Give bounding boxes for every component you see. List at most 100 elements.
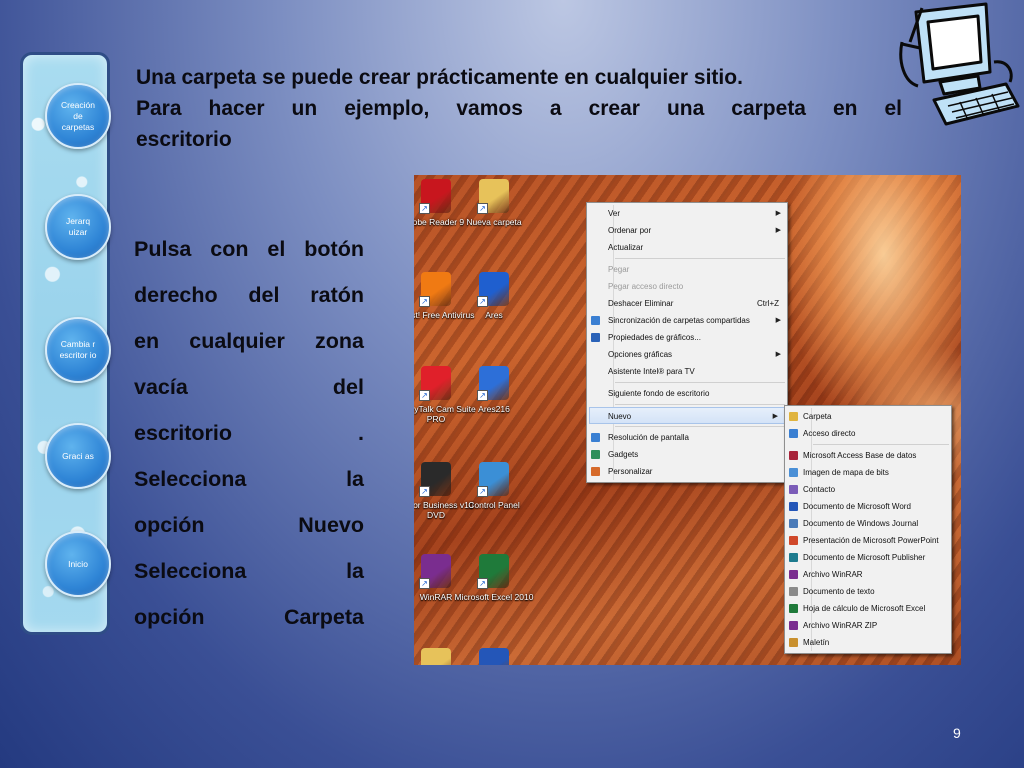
word: ratón — [310, 283, 364, 307]
text-line: opción Carpeta — [134, 594, 364, 640]
context-menu-item[interactable]: Deshacer Eliminar Ctrl+Z — [587, 295, 787, 312]
menu-item-label: Ver — [608, 209, 621, 218]
submenu-item[interactable]: Maletín — [785, 634, 951, 651]
word: vacía — [134, 375, 188, 399]
submenu-item[interactable]: Documento de Windows Journal — [785, 515, 951, 532]
menu-item-label: Personalizar — [608, 467, 653, 476]
context-menu-item[interactable]: Resolución de pantalla — [587, 429, 787, 446]
page-number: 9 — [953, 725, 961, 741]
text-line: opción Nuevo — [134, 502, 364, 548]
submenu-item[interactable]: Carpeta — [785, 408, 951, 425]
menu-separator — [615, 404, 785, 405]
folder-icon — [789, 412, 798, 421]
menu-item-shortcut: Ctrl+Z — [757, 299, 779, 308]
context-menu-item[interactable]: Gadgets — [587, 446, 787, 463]
nav-button-jerarquizar[interactable]: Jerarq uizar — [45, 194, 111, 260]
submenu-item[interactable]: Archivo WinRAR ZIP — [785, 617, 951, 634]
nav-button-inicio[interactable]: Inicio — [45, 531, 111, 597]
menu-item-label: Documento de Windows Journal — [803, 519, 919, 528]
context-menu-item[interactable]: Siguiente fondo de escritorio — [587, 385, 787, 402]
context-menu-item[interactable]: Propiedades de gráficos... — [587, 329, 787, 346]
slide-title: Una carpeta se puede crear prácticamente… — [136, 62, 902, 155]
menu-item-label: Pegar acceso directo — [608, 282, 684, 291]
menu-item-label: Asistente Intel® para TV — [608, 367, 695, 376]
submenu-item[interactable]: Presentación de Microsoft PowerPoint — [785, 532, 951, 549]
menu-item-label: Actualizar — [608, 243, 644, 252]
desktop-icon[interactable]: ↗ Ares216 — [454, 366, 534, 414]
shortcut-arrow-icon: ↗ — [419, 296, 430, 307]
menu-item-label: Deshacer Eliminar — [608, 299, 674, 308]
word: el — [267, 237, 286, 261]
submenu-item[interactable]: Imagen de mapa de bits — [785, 464, 951, 481]
context-menu-item[interactable]: Actualizar — [587, 239, 787, 256]
word: del — [332, 375, 364, 399]
desktop-icon[interactable]: ↗ Nueva carpeta — [454, 179, 534, 227]
context-menu-item[interactable]: Pegar — [587, 261, 787, 278]
shortcut-arrow-icon: ↗ — [419, 486, 430, 497]
menu-item-label: Nuevo — [608, 412, 632, 421]
menu-item-label: Pegar — [608, 265, 630, 274]
new-submenu: Carpeta Acceso directo Microsoft Access Ba… — [784, 405, 952, 654]
excel-icon: ↗ — [477, 554, 509, 589]
submenu-item[interactable]: Documento de Microsoft Word — [785, 498, 951, 515]
submenu-item[interactable]: Archivo WinRAR — [785, 566, 951, 583]
chevron-right-icon: ▶ — [775, 317, 781, 324]
context-menu: Ver ▶ Ordenar por ▶ Actualizar Pegar Pegar acc… — [586, 202, 788, 483]
menu-item-label: Documento de texto — [803, 587, 875, 596]
desktop-icon-label: Microsoft Excel 2010 — [454, 592, 534, 602]
menu-item-label: Documento de Microsoft Word — [803, 502, 911, 511]
nav-button-label: Cambia r escritor io — [59, 339, 97, 360]
menu-item-label: Carpeta — [803, 412, 832, 421]
text-icon — [789, 587, 798, 596]
avast-icon: ↗ — [419, 272, 451, 307]
menu-item-label: Microsoft Access Base de datos — [803, 451, 917, 460]
desktop-screenshot: ↗dobe Reader 9↗Nueva carpeta↗avast! Free… — [414, 175, 961, 665]
nav-button-cambiar-escritorio[interactable]: Cambia r escritor io — [45, 317, 111, 383]
context-menu-item[interactable]: Opciones gráficas ▶ — [587, 346, 787, 363]
word: derecho — [134, 283, 218, 307]
desktop-icon-label: Control Panel — [468, 500, 520, 510]
desktop-icon-label: Nueva carpeta — [466, 217, 522, 227]
submenu-item[interactable]: Acceso directo — [785, 425, 951, 442]
word: opción — [134, 513, 205, 537]
context-menu-item[interactable]: Personalizar — [587, 463, 787, 480]
submenu-item[interactable]: Contacto — [785, 481, 951, 498]
desktop-icon[interactable]: ↗ Microsoft Excel 2010 — [454, 554, 534, 602]
desktop-icon[interactable]: ↗ Ares — [454, 272, 534, 320]
submenu-item[interactable]: Documento de Microsoft Publisher — [785, 549, 951, 566]
context-menu-item[interactable]: Ordenar por ▶ — [587, 222, 787, 239]
nav-button-gracias[interactable]: Graci as — [45, 423, 111, 489]
nav-button-creacion-de-carpetas[interactable]: Creación de carpetas — [45, 83, 111, 149]
folder-icon: ↗ — [477, 179, 509, 214]
menu-item-label: Documento de Microsoft Publisher — [803, 553, 926, 562]
title-line: Una carpeta se puede crear prácticamente… — [136, 66, 743, 89]
menu-item-label: Archivo WinRAR ZIP — [803, 621, 878, 630]
winrar-icon — [789, 570, 798, 579]
briefcase-icon — [789, 638, 798, 647]
menu-item-label: Ordenar por — [608, 226, 652, 235]
context-menu-item[interactable]: Nuevo ▶ — [589, 407, 785, 424]
word: . — [358, 421, 364, 445]
desktop-icon[interactable]: ↗ — [454, 648, 534, 665]
menu-item-label: Imagen de mapa de bits — [803, 468, 889, 477]
context-menu-item[interactable]: Asistente Intel® para TV — [587, 363, 787, 380]
submenu-item[interactable]: Hoja de cálculo de Microsoft Excel — [785, 600, 951, 617]
sync-icon — [591, 316, 600, 325]
context-menu-item[interactable]: Pegar acceso directo — [587, 278, 787, 295]
text-line: en cualquier zona — [134, 318, 364, 364]
shortcut-arrow-icon: ↗ — [477, 203, 488, 214]
winrar-zip-icon — [789, 621, 798, 630]
submenu-item[interactable]: Documento de texto — [785, 583, 951, 600]
menu-item-label: Hoja de cálculo de Microsoft Excel — [803, 604, 926, 613]
submenu-item[interactable]: Microsoft Access Base de datos — [785, 447, 951, 464]
context-menu-item[interactable]: Ver ▶ — [587, 205, 787, 222]
desktop-icon[interactable]: ↗ Control Panel — [454, 462, 534, 510]
nav-button-label: Inicio — [68, 558, 88, 569]
nav-button-label: Graci as — [62, 450, 94, 461]
shortcut-arrow-icon: ↗ — [477, 486, 488, 497]
context-menu-item[interactable]: Sincronización de carpetas compartidas ▶ — [587, 312, 787, 329]
word: Carpeta — [283, 605, 364, 629]
nav-button-label: Creación de carpetas — [60, 99, 96, 132]
chevron-right-icon: ▶ — [775, 210, 781, 217]
word-icon — [789, 502, 798, 511]
